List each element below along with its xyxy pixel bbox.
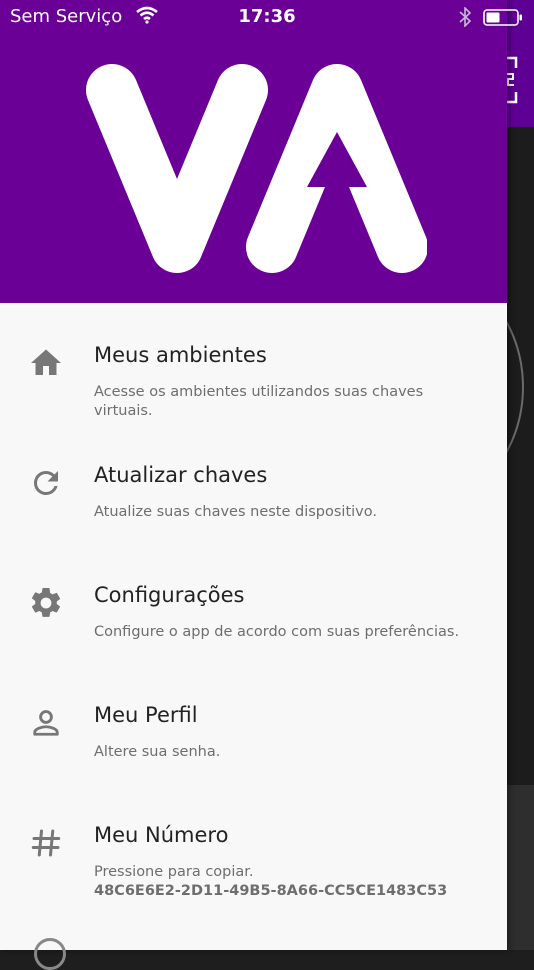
navigation-drawer: Meus ambientes Acesse os ambientes utili… [0, 0, 507, 970]
menu-item-meu-perfil[interactable]: Meu Perfil Altere sua senha. [0, 703, 507, 813]
menu-item-atualizar-chaves[interactable]: Atualizar chaves Atualize suas chaves ne… [0, 463, 507, 573]
menu-item-title: Meu Número [94, 823, 229, 847]
person-icon [33, 710, 59, 736]
status-bar: Sem Serviço 17:36 [0, 0, 534, 36]
drawer-header [0, 0, 507, 303]
clock: 17:36 [238, 6, 296, 27]
app-logo [86, 64, 427, 273]
battery-icon [483, 9, 522, 26]
menu-item-meu-numero[interactable]: Meu Número Pressione para copiar. 48C6E6… [0, 823, 507, 933]
bluetooth-icon [459, 7, 472, 27]
menu-item-title: Atualizar chaves [94, 463, 268, 487]
hash-icon [31, 829, 61, 857]
menu-item-title: Meu Perfil [94, 703, 198, 727]
menu-item-meus-ambientes[interactable]: Meus ambientes Acesse os ambientes utili… [0, 343, 507, 453]
menu-item-description: Acesse os ambientes utilizandos suas cha… [94, 384, 424, 419]
menu-item-description: Altere sua senha. [94, 744, 221, 760]
menu-item-description: Atualize suas chaves neste dispositivo. [94, 504, 377, 520]
menu-item-configuracoes[interactable]: Configurações Configure o app de acordo … [0, 583, 507, 693]
home-icon [31, 349, 61, 375]
refresh-icon [33, 470, 58, 495]
menu-item-title: Configurações [94, 583, 245, 607]
device-number[interactable]: 48C6E6E2-2D11-49B5-8A66-CC5CE1483C53 [94, 883, 447, 899]
partial-icon [34, 938, 66, 970]
menu-item-description: Pressione para copiar. [94, 864, 254, 880]
menu-item-description: Configure o app de acordo com suas prefe… [94, 624, 460, 640]
gear-icon [31, 587, 61, 617]
menu-item-title: Meus ambientes [94, 343, 267, 367]
background-bottom-panel [507, 785, 534, 950]
